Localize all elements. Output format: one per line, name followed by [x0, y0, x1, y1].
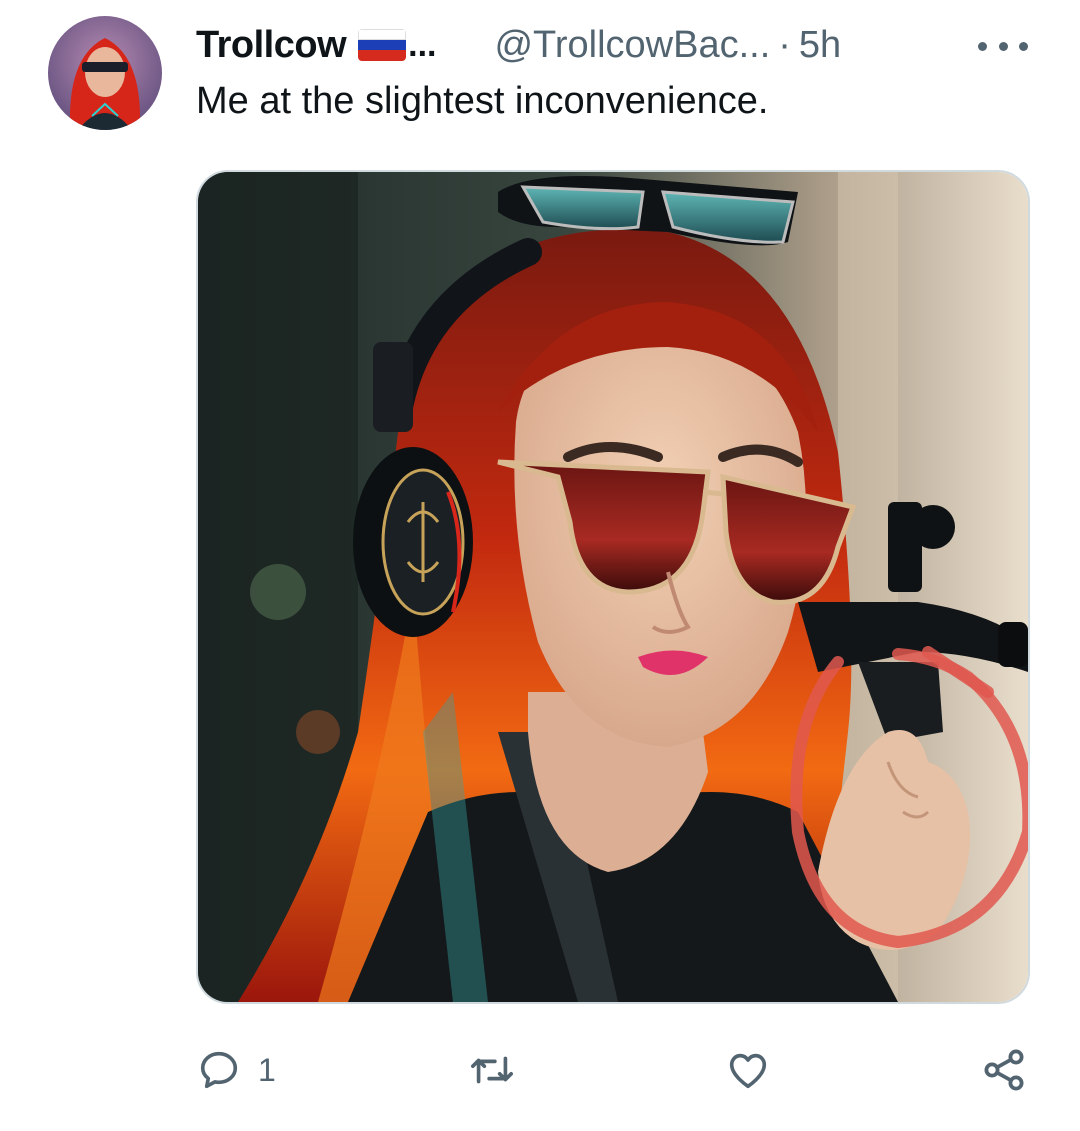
more-options-icon[interactable]: [978, 26, 1028, 66]
reply-icon: [200, 1051, 238, 1089]
retweet-icon: [471, 1056, 513, 1084]
like-button[interactable]: [724, 1040, 772, 1100]
reply-button[interactable]: 1: [196, 1040, 276, 1100]
timestamp[interactable]: 5h: [799, 24, 841, 67]
display-name[interactable]: Trollcow: [196, 24, 347, 67]
tweet-header: Trollcow ... @TrollcowBac... · 5h: [196, 20, 1028, 70]
action-bar: 1: [196, 1040, 1030, 1100]
like-icon: [729, 1053, 767, 1089]
dot-separator: ·: [778, 23, 791, 66]
user-handle[interactable]: @TrollcowBac...: [494, 24, 770, 67]
russia-flag-icon: [358, 29, 407, 61]
image-illustration: [198, 172, 1028, 1002]
tweet-image[interactable]: [196, 170, 1030, 1004]
tweet-text: Me at the slightest inconvenience.: [196, 80, 769, 122]
tweet-card[interactable]: Trollcow ... @TrollcowBac... · 5h Me at …: [0, 0, 1080, 1131]
avatar[interactable]: [48, 16, 162, 130]
share-icon: [984, 1049, 1024, 1091]
retweet-button[interactable]: [464, 1040, 520, 1100]
share-button[interactable]: [980, 1040, 1028, 1100]
name-ellipsis: ...: [408, 25, 437, 64]
reply-count: 1: [258, 1051, 276, 1088]
